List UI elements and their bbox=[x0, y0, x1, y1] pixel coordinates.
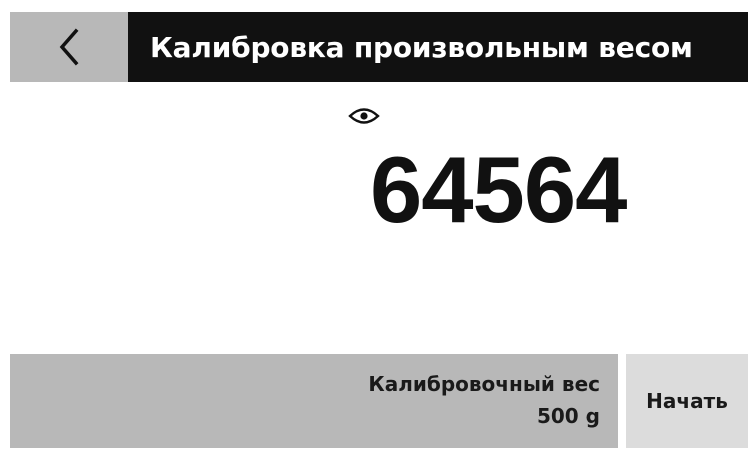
page-title: Калибровка произвольным весом bbox=[150, 30, 693, 64]
calibration-weight-panel[interactable]: Калибровочный вес 500 g bbox=[10, 354, 618, 448]
start-button-label: Начать bbox=[646, 389, 728, 413]
screen: Калибровка произвольным весом 64564 Кали… bbox=[10, 12, 748, 448]
start-button[interactable]: Начать bbox=[626, 354, 748, 448]
weight-display-area: 64564 bbox=[10, 82, 748, 354]
title-bar: Калибровка произвольным весом bbox=[128, 12, 748, 82]
weight-reading: 64564 bbox=[370, 137, 627, 242]
footer-bar: Калибровочный вес 500 g Начать bbox=[10, 354, 748, 448]
eye-icon bbox=[347, 106, 381, 126]
calibration-weight-label: Калибровочный вес bbox=[368, 372, 600, 396]
calibration-weight-value: 500 g bbox=[536, 404, 600, 428]
chevron-left-icon bbox=[58, 28, 80, 66]
back-button[interactable] bbox=[10, 12, 128, 82]
header-bar: Калибровка произвольным весом bbox=[10, 12, 748, 82]
